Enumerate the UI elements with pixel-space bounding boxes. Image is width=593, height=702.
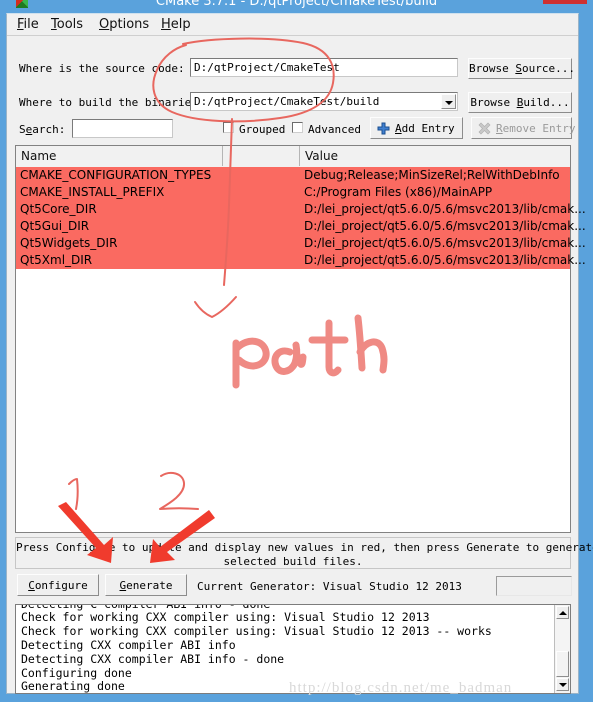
scrollbar-thumb[interactable] — [556, 651, 569, 677]
cell-value: D:/lei_project/qt5.6.0/5.6/msvc2013/lib/… — [304, 253, 586, 267]
desktop-background: CMake 3.7.1 - D:/qtProject/CmakeTest/bui… — [0, 0, 593, 702]
source-code-label: Where is the source code: — [19, 62, 185, 75]
chevron-down-icon[interactable] — [441, 94, 456, 109]
cell-value: Debug;Release;MinSizeRel;RelWithDebInfo — [304, 168, 560, 182]
table-row[interactable]: CMAKE_INSTALL_PREFIX C:/Program Files (x… — [16, 184, 570, 201]
table-header-row: Name Value — [16, 146, 570, 168]
cell-name: Qt5Widgets_DIR — [20, 236, 118, 250]
cache-table[interactable]: Name Value CMAKE_CONFIGURATION_TYPES Deb… — [15, 145, 586, 533]
window-title: CMake 3.7.1 - D:/qtProject/CmakeTest/bui… — [155, 0, 438, 9]
menu-options[interactable]: Options — [97, 17, 151, 32]
hint-line-2: selected build files. — [223, 555, 363, 568]
table-body: CMAKE_CONFIGURATION_TYPES Debug;Release;… — [16, 167, 586, 532]
cell-value: D:/lei_project/qt5.6.0/5.6/msvc2013/lib/… — [304, 219, 586, 233]
table-row[interactable]: Qt5Xml_DIR D:/lei_project/qt5.6.0/5.6/ms… — [16, 252, 586, 269]
configure-button[interactable]: Configure — [17, 574, 99, 596]
table-row[interactable]: Qt5Widgets_DIR D:/lei_project/qt5.6.0/5.… — [16, 235, 586, 252]
log-line: Detecting CXX compiler ABI info — [21, 638, 236, 652]
menu-help[interactable]: Help — [159, 17, 193, 32]
search-label: Search: — [19, 123, 66, 136]
cell-name: Qt5Xml_DIR — [20, 253, 93, 267]
log-line: Detecting CXX compiler ABI info - done — [21, 652, 285, 666]
menu-tools[interactable]: Tools — [49, 17, 85, 32]
scroll-down-icon[interactable] — [556, 678, 569, 691]
browse-source-button[interactable]: Browse Source... — [468, 58, 575, 79]
log-line: Generating done — [21, 679, 125, 693]
close-icon[interactable] — [543, 0, 587, 4]
table-row[interactable]: Qt5Gui_DIR D:/lei_project/qt5.6.0/5.6/ms… — [16, 218, 586, 235]
advanced-checkbox[interactable] — [292, 122, 303, 133]
cell-name: Qt5Core_DIR — [20, 202, 97, 216]
plus-icon — [377, 122, 390, 135]
remove-entry-button: Remove Entry — [471, 117, 575, 139]
log-line: Configuring done — [21, 666, 132, 680]
source-code-input[interactable]: D:/qtProject/CmakeTest — [190, 58, 458, 77]
output-log[interactable]: Detecting C compiler ABI info - done Che… — [15, 604, 571, 694]
cell-name: CMAKE_CONFIGURATION_TYPES — [20, 168, 212, 182]
menu-file[interactable]: FFileile — [15, 17, 41, 32]
cell-value: D:/lei_project/qt5.6.0/5.6/msvc2013/lib/… — [304, 202, 586, 216]
table-row[interactable]: Qt5Core_DIR D:/lei_project/qt5.6.0/5.6/m… — [16, 201, 586, 218]
column-divider[interactable] — [222, 146, 223, 166]
scroll-up-icon[interactable] — [556, 606, 569, 619]
add-entry-button[interactable]: Add Entry — [370, 117, 463, 139]
cell-name: Qt5Gui_DIR — [20, 219, 90, 233]
generator-status: Current Generator: Visual Studio 12 2013 — [197, 580, 462, 593]
cross-icon — [478, 122, 491, 135]
table-row[interactable]: CMAKE_CONFIGURATION_TYPES Debug;Release;… — [16, 167, 570, 184]
build-binaries-input[interactable]: D:/qtProject/CmakeTest/build — [190, 92, 458, 111]
log-scrollbar[interactable] — [554, 605, 570, 693]
advanced-label[interactable]: Advanced — [308, 123, 361, 136]
log-line: Check for working CXX compiler using: Vi… — [21, 610, 430, 624]
column-header-value[interactable]: Value — [305, 149, 338, 163]
hint-line-1: Press Configure to update and display ne… — [16, 541, 593, 554]
grouped-label[interactable]: Grouped — [239, 123, 285, 136]
hint-panel: Press Configure to update and display ne… — [15, 537, 593, 569]
window-titlebar: CMake 3.7.1 - D:/qtProject/CmakeTest/bui… — [0, 0, 593, 13]
browse-build-button[interactable]: Browse Build... — [468, 92, 572, 113]
build-binaries-label: Where to build the binaries: — [19, 96, 205, 109]
cell-value: D:/lei_project/qt5.6.0/5.6/msvc2013/lib/… — [304, 236, 586, 250]
cell-value: C:/Program Files (x86)/MainAPP — [304, 185, 493, 199]
column-divider[interactable] — [299, 146, 300, 166]
cell-name: CMAKE_INSTALL_PREFIX — [20, 185, 165, 199]
log-line: Check for working CXX compiler using: Vi… — [21, 624, 492, 638]
column-header-name[interactable]: Name — [21, 149, 56, 163]
grouped-checkbox[interactable] — [223, 122, 234, 133]
menubar: FFileile Tools Options Help — [7, 14, 578, 36]
app-window: FFileile Tools Options Help Where is the… — [6, 13, 593, 696]
search-input[interactable] — [72, 119, 173, 138]
generate-button[interactable]: Generate — [105, 574, 187, 596]
progress-bar — [496, 576, 572, 596]
